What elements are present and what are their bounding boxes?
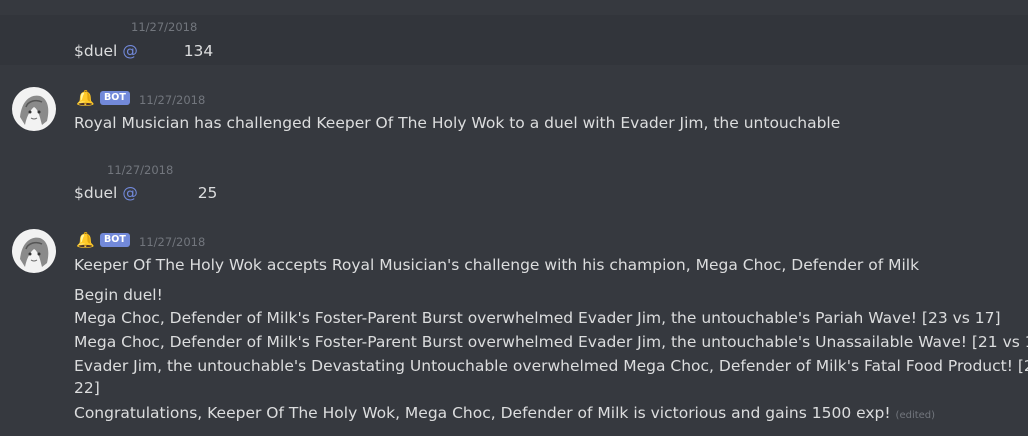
message-content: $duel @ 25 [74,183,217,203]
message-timestamp: 11/27/2018 [107,163,174,177]
duel-amount: 25 [197,184,218,202]
message-bot-challenge: 🔔 BOT 11/27/2018 Royal Musician has chal… [0,80,1028,140]
duel-amount: 134 [183,42,214,60]
message-timestamp: 11/27/2018 [131,20,198,34]
message-content: $duel @ 134 [74,41,213,61]
message-timestamp: 11/27/2018 [139,93,206,107]
message-line: Mega Choc, Defender of Milk's Foster-Par… [74,309,1001,327]
message-line-final: Congratulations, Keeper Of The Holy Wok,… [74,403,935,426]
message-line: Keeper Of The Holy Wok accepts Royal Mus… [74,256,920,274]
message-line: Mega Choc, Defender of Milk's Foster-Par… [74,333,1028,351]
redacted-username [143,44,179,60]
edited-marker: (edited) [895,410,936,421]
message-user-duel-2: 11/27/2018 $duel @ 25 [0,158,1028,208]
message-user-duel-1: 11/27/2018 $duel @ 134 [0,15,1028,65]
bell-icon: 🔔 [76,231,95,249]
message-line: 22] [74,379,100,397]
duel-command: $duel [74,184,118,202]
bot-badge: BOT [100,233,130,247]
bot-avatar[interactable] [12,87,56,131]
message-content: Royal Musician has challenged Keeper Of … [74,114,841,132]
bell-icon: 🔔 [76,89,95,107]
victory-text: Congratulations, Keeper Of The Holy Wok,… [74,404,891,422]
bot-badge: BOT [100,91,130,105]
duel-command: $duel [74,42,118,60]
message-line: Begin duel! [74,286,163,304]
message-timestamp: 11/27/2018 [139,235,206,249]
user-mention[interactable]: @ [122,42,138,60]
bot-avatar[interactable] [12,229,56,273]
message-bot-duel-result: 🔔 BOT 11/27/2018 Keeper Of The Holy Wok … [0,222,1028,432]
user-mention[interactable]: @ [122,184,138,202]
message-line: Evader Jim, the untouchable's Devastatin… [74,357,1028,375]
redacted-username [143,186,193,202]
